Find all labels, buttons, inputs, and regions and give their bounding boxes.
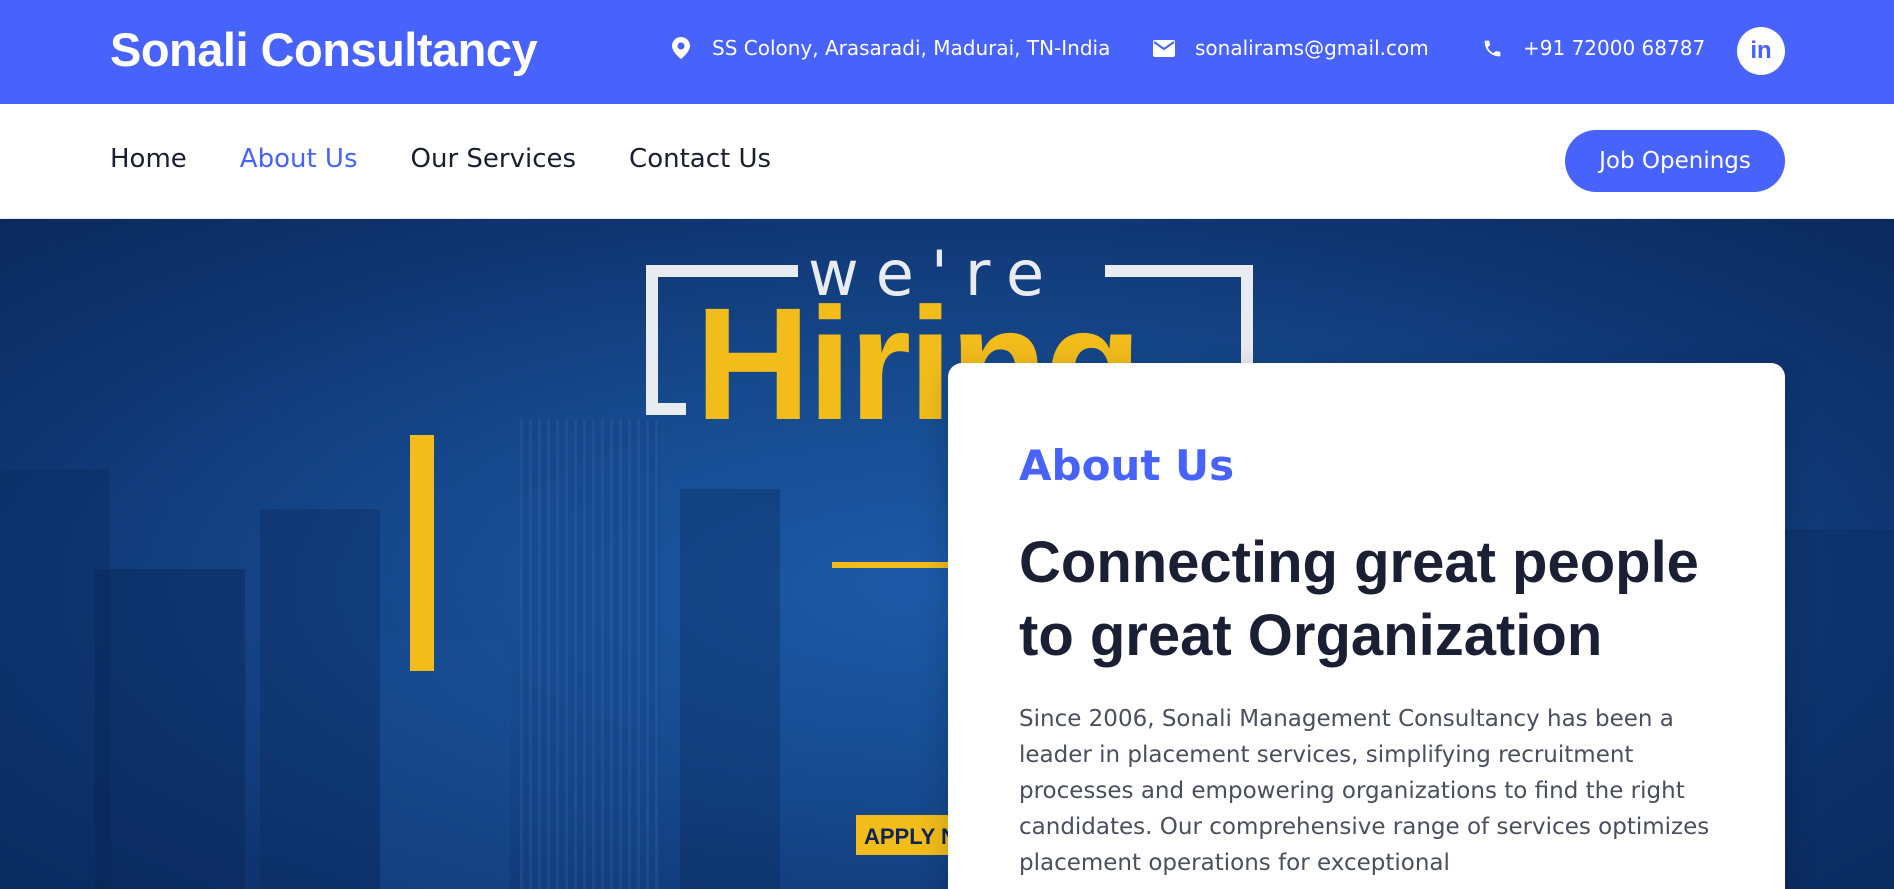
city-building xyxy=(260,509,380,889)
linkedin-icon[interactable]: in xyxy=(1737,27,1785,75)
city-building xyxy=(380,639,510,889)
banner-accent-bar xyxy=(410,435,434,671)
address-info: SS Colony, Arasaradi, Madurai, TN-India xyxy=(670,36,1110,60)
nav-our-services[interactable]: Our Services xyxy=(411,144,577,174)
envelope-icon xyxy=(1153,37,1175,59)
brand-logo[interactable]: Sonali Consultancy xyxy=(110,22,538,77)
nav-home[interactable]: Home xyxy=(110,144,187,174)
address-text: SS Colony, Arasaradi, Madurai, TN-India xyxy=(712,36,1111,60)
city-building xyxy=(520,419,660,889)
banner-accent-line xyxy=(832,562,952,568)
about-body: Since 2006, Sonali Management Consultanc… xyxy=(1019,706,1710,876)
phone-link[interactable]: +91 72000 68787 xyxy=(1523,36,1705,60)
email-info[interactable]: sonalirams@gmail.com xyxy=(1153,36,1429,60)
job-openings-button[interactable]: Job Openings xyxy=(1565,130,1785,192)
top-bar: Sonali Consultancy SS Colony, Arasaradi,… xyxy=(0,0,1894,104)
nav-contact-us[interactable]: Contact Us xyxy=(629,144,771,174)
phone-icon xyxy=(1481,37,1503,59)
city-building xyxy=(680,489,780,889)
city-building xyxy=(95,569,245,889)
about-card: About Us Connecting great people to grea… xyxy=(948,363,1785,889)
nav-links: Home About Us Our Services Contact Us xyxy=(110,144,771,174)
map-pin-icon xyxy=(670,37,692,59)
about-heading: Connecting great people to great Organiz… xyxy=(1019,530,1699,668)
banner-bracket-left xyxy=(646,265,686,415)
nav-about-us[interactable]: About Us xyxy=(240,144,358,174)
about-eyebrow: About Us xyxy=(1019,441,1235,490)
phone-info[interactable]: +91 72000 68787 xyxy=(1481,36,1705,60)
banner-bracket-right xyxy=(1205,265,1253,375)
city-building xyxy=(0,469,110,889)
main-nav: Home About Us Our Services Contact Us Jo… xyxy=(0,104,1894,219)
email-link[interactable]: sonalirams@gmail.com xyxy=(1195,36,1429,60)
